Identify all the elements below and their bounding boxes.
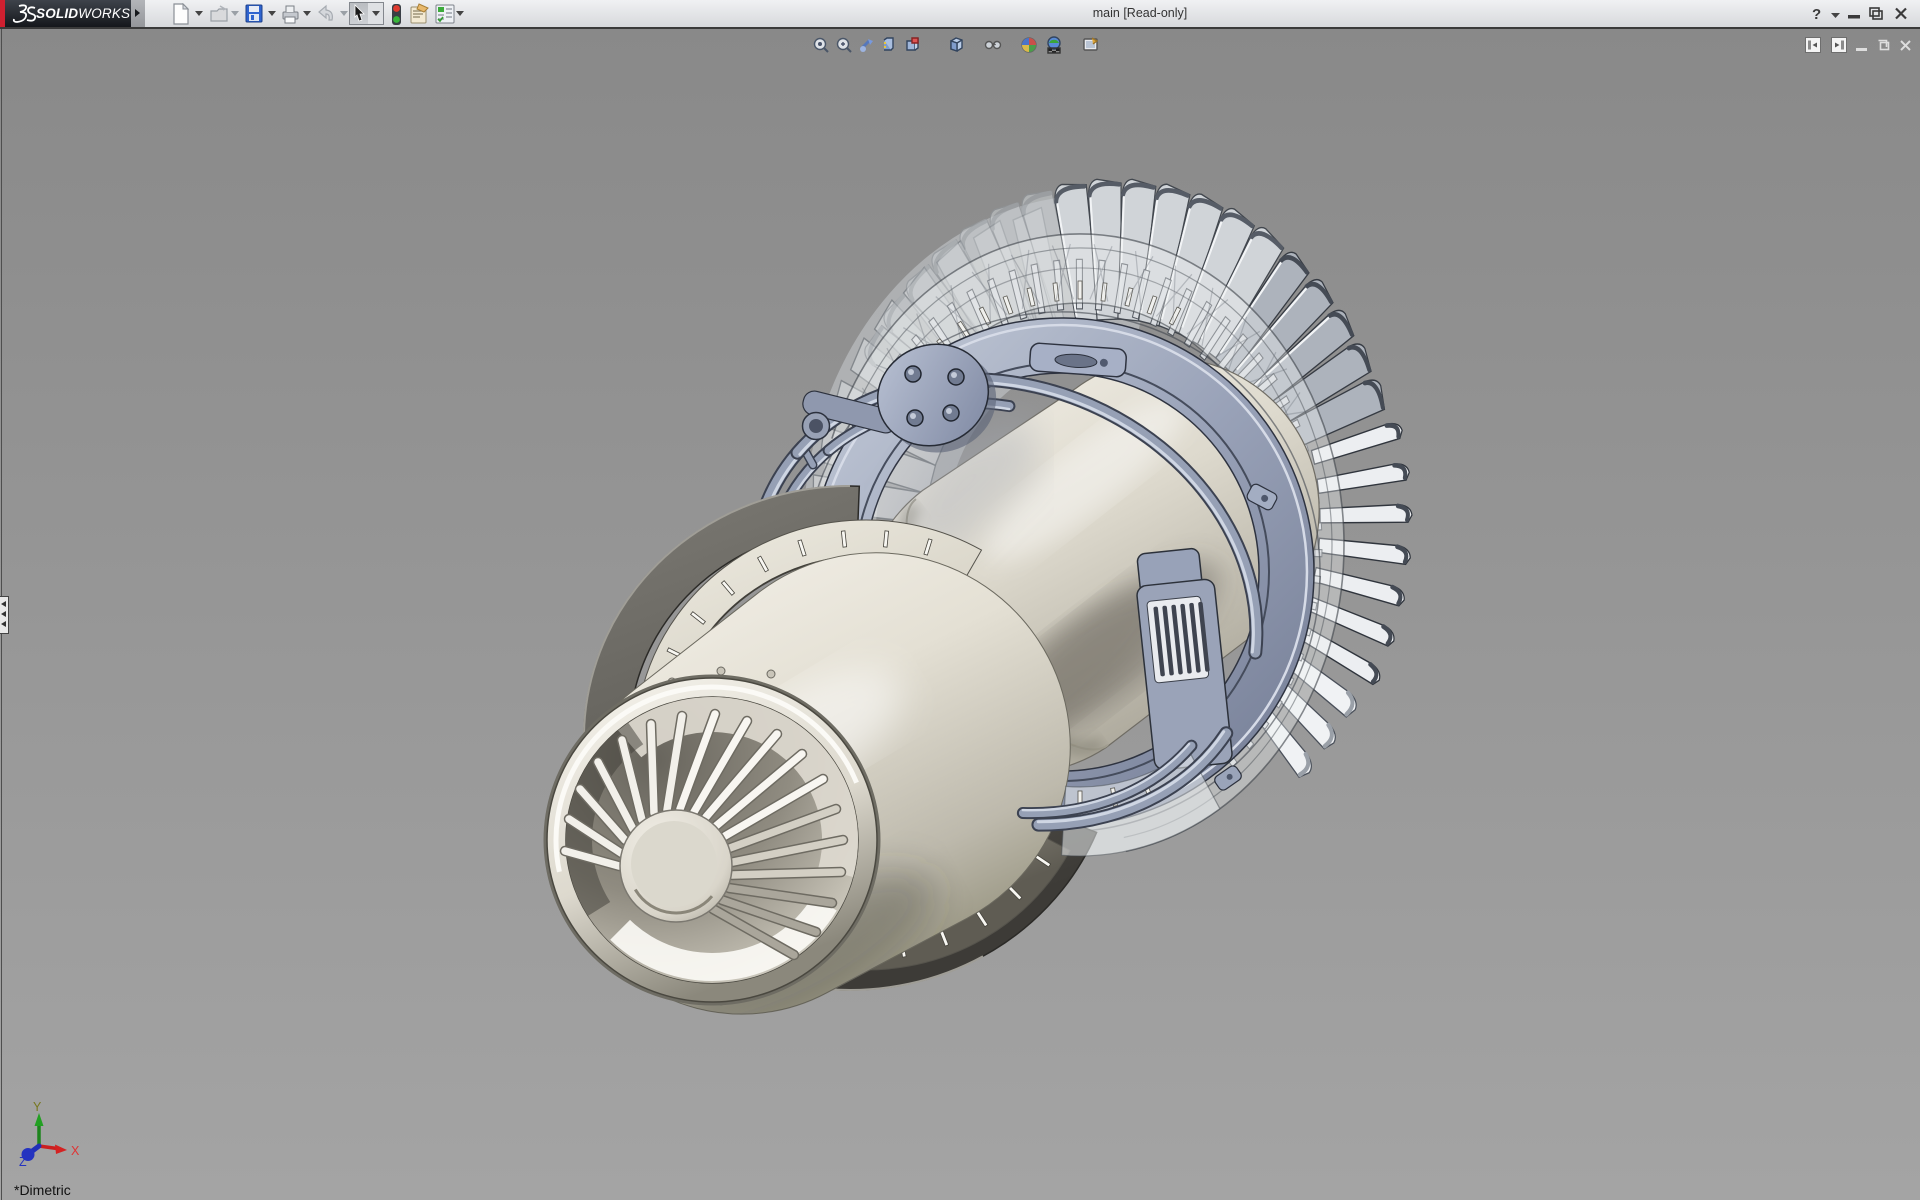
svg-text:X: X xyxy=(71,1144,80,1158)
svg-text:Y: Y xyxy=(33,1100,42,1114)
svg-text:Z: Z xyxy=(19,1155,27,1169)
svg-text:?: ? xyxy=(1812,6,1821,23)
